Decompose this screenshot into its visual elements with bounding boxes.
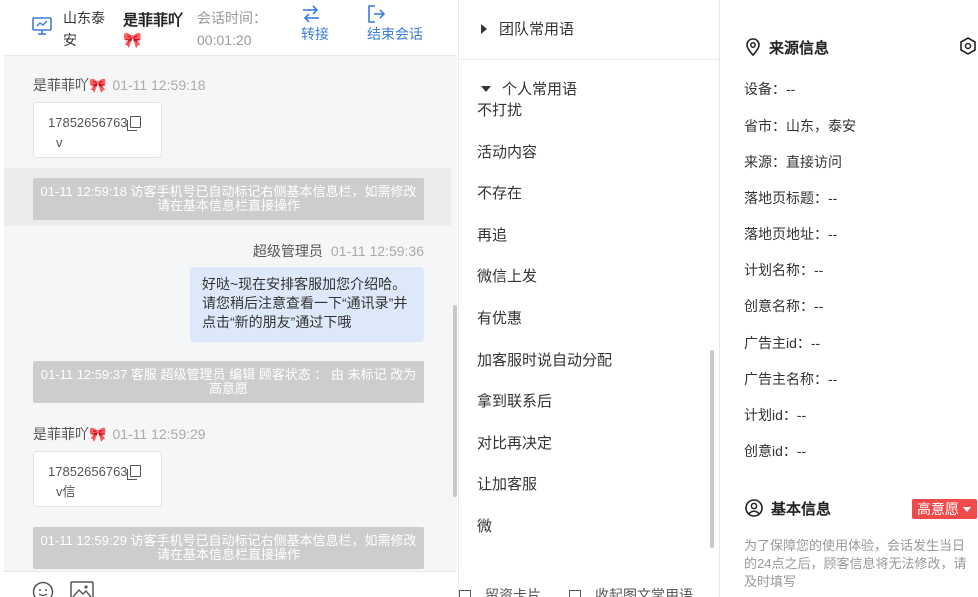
team-phrases-label: 团队常用语 xyxy=(499,21,575,38)
card-phone: 17852656763 xyxy=(48,115,128,130)
phrase-item[interactable]: 有优惠 xyxy=(477,309,522,329)
sender-name: 是菲菲吖🎀 xyxy=(33,77,107,93)
chat-panel: 山东泰安 是菲菲吖🎀 会话时间： 00:01:20 转接 结束会话 是菲菲吖🎀 … xyxy=(4,0,457,597)
phone-card[interactable]: 17852656763 v xyxy=(33,102,162,158)
info-field: 落地页地址：-- xyxy=(744,226,838,242)
message-meta: 是菲菲吖🎀 01-11 12:59:29 xyxy=(33,424,206,444)
visitor-name: 是菲菲吖🎀 xyxy=(123,12,184,49)
phrase-item[interactable]: 让加客服 xyxy=(477,475,537,495)
intent-status-dropdown[interactable]: 高意愿 xyxy=(912,499,977,519)
edit-deadline-notice: 为了保障您的使用体验，会话发生当日的24点之后，顾客信息将无法修改，请及时填写 xyxy=(744,538,967,589)
collapse-icon xyxy=(569,590,581,597)
info-panel: 来源信息 设备：-- 省市：山东，泰安 来源：直接访问 落地页标题：-- 落地页… xyxy=(721,0,978,597)
lead-card-button[interactable]: 留资卡片 xyxy=(459,586,541,597)
basic-info-title: 基本信息 xyxy=(745,499,831,520)
phone-card[interactable]: 17852656763 v信 xyxy=(33,451,162,507)
chat-toolbar xyxy=(4,571,457,597)
transfer-button[interactable]: 转接 xyxy=(301,4,329,44)
session-time-label: 会话时间： xyxy=(197,10,267,26)
info-field: 创意id：-- xyxy=(744,443,807,459)
emoji-icon[interactable] xyxy=(32,581,54,597)
card-icon xyxy=(459,590,471,597)
info-field: 来源：直接访问 xyxy=(744,154,842,170)
caret-right-icon xyxy=(481,24,487,34)
source-info-title: 来源信息 xyxy=(745,38,829,59)
phrases-panel: 团队常用语 个人常用语 不打扰 活动内容 不存在 再追 微信上发 有优惠 加客服… xyxy=(458,0,720,597)
info-field: 广告主名称：-- xyxy=(744,371,838,387)
phrase-item[interactable]: 微 xyxy=(477,517,492,537)
phrases-scrollbar[interactable] xyxy=(710,350,714,548)
monitor-icon xyxy=(32,17,52,35)
phrase-item[interactable]: 活动内容 xyxy=(477,143,537,163)
collapse-phrases-button[interactable]: 收起图文常用语 xyxy=(569,586,693,597)
info-field: 设备：-- xyxy=(744,81,796,97)
system-message: 01-11 12:59:29 访客手机号已自动标记右侧基本信息栏，如需修改请在基… xyxy=(33,527,424,569)
phrase-item[interactable]: 不打扰 xyxy=(477,101,522,121)
location-pin-icon xyxy=(746,38,760,57)
copy-icon[interactable] xyxy=(126,116,141,131)
message-time: 01-11 12:59:18 xyxy=(112,77,206,93)
info-field: 落地页标题：-- xyxy=(744,190,838,206)
card-text: v信 xyxy=(56,484,76,499)
copy-icon[interactable] xyxy=(126,465,141,480)
personal-phrases-group[interactable]: 个人常用语 xyxy=(481,80,577,100)
settings-hex-icon[interactable] xyxy=(959,37,977,55)
message-time: 01-11 12:59:29 xyxy=(112,426,206,442)
visitor-location: 山东泰安 xyxy=(63,10,105,48)
basic-info-label: 基本信息 xyxy=(771,501,832,518)
sender-name: 超级管理员 xyxy=(252,243,323,259)
message-meta: 是菲菲吖🎀 01-11 12:59:18 xyxy=(33,75,206,95)
phrase-item[interactable]: 不存在 xyxy=(477,184,522,204)
lead-card-label: 留资卡片 xyxy=(485,587,541,597)
system-message: 01-11 12:59:18 访客手机号已自动标记右侧基本信息栏，如需修改请在基… xyxy=(33,178,424,220)
info-field: 计划名称：-- xyxy=(744,262,824,278)
agent-message-bubble: 好哒~现在安排客服加您介绍哈。请您稍后注意查看一下“通讯录”并点击“新的朋友”通… xyxy=(190,267,424,342)
phrase-item[interactable]: 再追 xyxy=(477,226,507,246)
collapse-phrases-label: 收起图文常用语 xyxy=(595,587,693,597)
system-message: 01-11 12:59:37 客服 超级管理员 编辑 顾客状态 ： 由 未标记 … xyxy=(33,361,424,403)
phrase-item[interactable]: 微信上发 xyxy=(477,267,537,287)
card-phone: 17852656763 xyxy=(48,464,128,479)
caret-down-icon xyxy=(963,507,971,512)
user-circle-icon xyxy=(745,499,763,517)
divider xyxy=(459,59,719,60)
session-time-value: 00:01:20 xyxy=(197,32,252,48)
personal-phrases-label: 个人常用语 xyxy=(502,81,578,98)
phrases-footer: 留资卡片 收起图文常用语 xyxy=(459,580,719,597)
caret-down-icon xyxy=(481,86,491,92)
phrase-item[interactable]: 加客服时说自动分配 xyxy=(477,351,612,371)
message-meta: 超级管理员 01-11 12:59:36 xyxy=(253,242,424,260)
logout-icon xyxy=(368,5,386,23)
phrase-item[interactable]: 拿到联系后 xyxy=(477,392,552,412)
source-info-label: 来源信息 xyxy=(769,40,830,57)
end-session-button[interactable]: 结束会话 xyxy=(367,4,423,44)
sender-name: 是菲菲吖🎀 xyxy=(33,426,107,442)
phrase-item[interactable]: 对比再决定 xyxy=(477,434,552,454)
info-field: 计划id：-- xyxy=(744,407,807,423)
team-phrases-group[interactable]: 团队常用语 xyxy=(481,20,574,40)
intent-status-value: 高意愿 xyxy=(917,501,959,517)
end-session-label: 结束会话 xyxy=(367,26,423,42)
chat-header: 山东泰安 是菲菲吖🎀 会话时间： 00:01:20 转接 结束会话 xyxy=(4,0,457,56)
transfer-icon xyxy=(303,5,319,23)
chat-scrollbar[interactable] xyxy=(453,305,457,497)
transfer-label: 转接 xyxy=(301,26,329,42)
info-field: 创意名称：-- xyxy=(744,298,824,314)
app: 山东泰安 是菲菲吖🎀 会话时间： 00:01:20 转接 结束会话 是菲菲吖🎀 … xyxy=(0,0,978,597)
info-field: 省市：山东，泰安 xyxy=(744,118,856,134)
card-text: v xyxy=(56,135,63,150)
image-icon[interactable] xyxy=(70,581,94,597)
info-field: 广告主id：-- xyxy=(744,335,821,351)
message-time: 01-11 12:59:36 xyxy=(330,243,424,259)
